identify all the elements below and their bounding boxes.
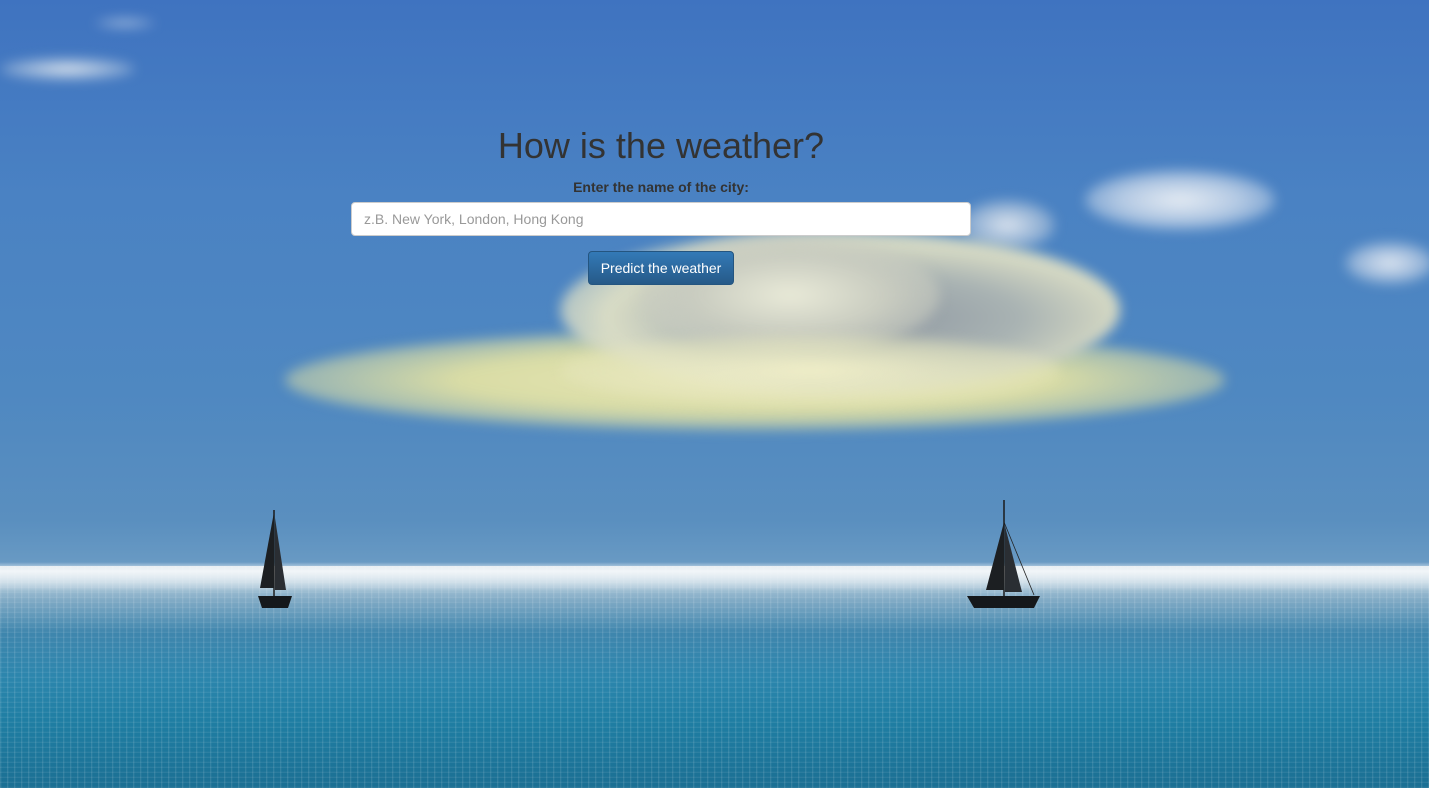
sea-sparkle bbox=[0, 566, 1429, 788]
cloud-small bbox=[1345, 242, 1429, 284]
cloud-wisp bbox=[95, 18, 155, 28]
horizon bbox=[0, 562, 1429, 592]
cloud-large-glow bbox=[560, 335, 1060, 405]
sailboat-icon bbox=[258, 510, 292, 608]
page-title: How is the weather? bbox=[497, 125, 825, 166]
background-scene bbox=[0, 0, 1429, 788]
city-label: Enter the name of the city: bbox=[573, 179, 749, 195]
sailboat-icon bbox=[967, 500, 1040, 608]
cloud-wisp bbox=[0, 58, 135, 80]
predict-weather-button[interactable]: Predict the weather bbox=[588, 251, 734, 285]
city-input[interactable] bbox=[351, 202, 971, 236]
